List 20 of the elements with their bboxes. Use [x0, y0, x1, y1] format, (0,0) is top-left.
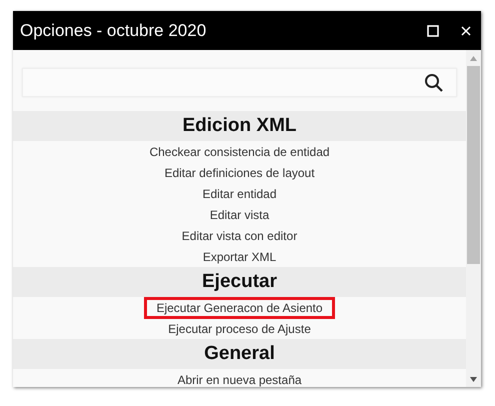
scroll-down-icon[interactable]	[470, 377, 477, 382]
menu-item[interactable]: Editar vista con editor	[182, 228, 298, 244]
search-icon[interactable]	[424, 72, 444, 92]
menu-item[interactable]: Editar vista	[210, 206, 270, 222]
menu-item[interactable]: Editar definiciones de layout	[164, 164, 315, 180]
menu-item[interactable]: Checkear consistencia de entidad	[149, 144, 330, 160]
menu-item[interactable]: Exportar XML	[202, 248, 276, 264]
search-field[interactable]	[22, 68, 457, 97]
scrollbar-thumb[interactable]	[467, 66, 480, 264]
close-icon[interactable]	[461, 26, 471, 36]
menu-item[interactable]: Abrir en nueva pestaña	[177, 372, 302, 387]
section-header: Ejecutar	[13, 267, 466, 297]
menu-item[interactable]: Editar entidad	[202, 186, 277, 202]
menu-item[interactable]: Ejecutar proceso de Ajuste	[168, 320, 311, 336]
scrollbar[interactable]	[466, 50, 481, 387]
section-header: General	[13, 339, 466, 369]
maximize-icon[interactable]	[427, 24, 439, 36]
section-header: Edicion XML	[13, 111, 466, 141]
menu-item[interactable]: Ejecutar Generacon de Asiento	[144, 296, 335, 318]
window-title: Opciones - octubre 2020	[20, 20, 208, 42]
